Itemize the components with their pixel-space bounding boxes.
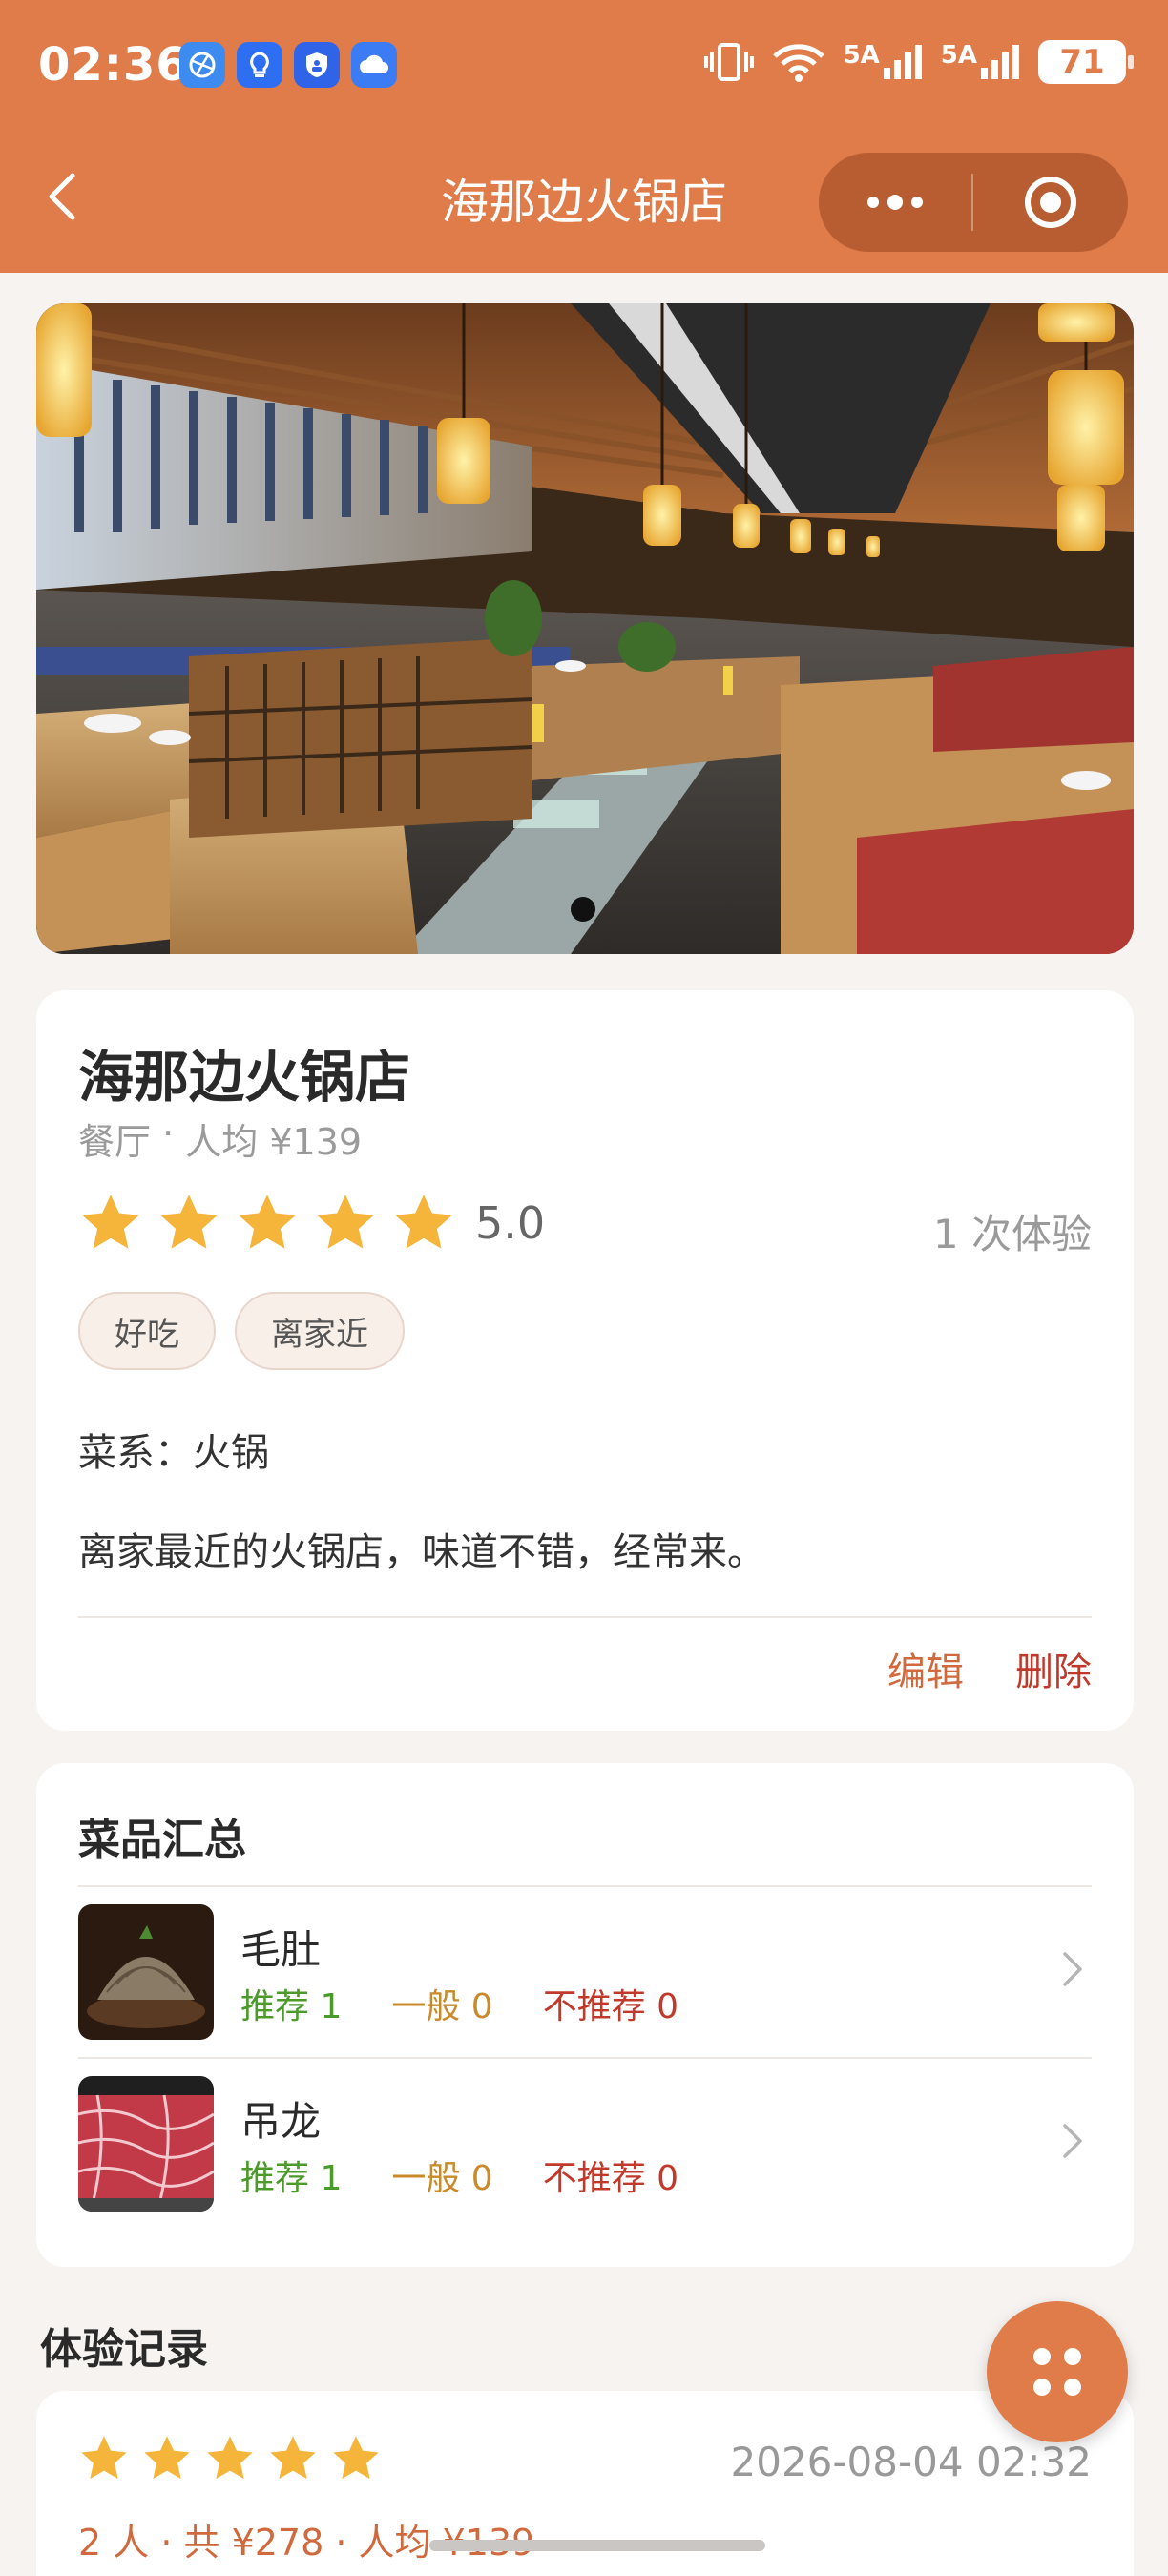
- tag-chip[interactable]: 离家近: [235, 1292, 405, 1370]
- star-icon: [333, 2436, 379, 2480]
- star-icon: [81, 2436, 127, 2480]
- records-section-title: 体验记录: [40, 2325, 208, 2374]
- dish-stats: 推荐 1 一般 0 不推荐 0: [240, 2150, 678, 2200]
- floating-menu-button[interactable]: [987, 2301, 1128, 2442]
- dish-name: 吊龙: [240, 2098, 322, 2145]
- star-icon: [317, 1195, 374, 1249]
- star-icon: [270, 2436, 316, 2480]
- tripe-dish-image: [78, 1904, 214, 2040]
- section-title: 菜品汇总: [78, 1816, 246, 1864]
- rating-stars: 5.0: [78, 1191, 545, 1256]
- signal-bars-icon: [981, 45, 1019, 79]
- bulb-app-icon: [237, 42, 282, 88]
- restaurant-note: 离家最近的火锅店，味道不错，经常来。: [78, 1530, 765, 1574]
- card-actions: 编辑 删除: [887, 1641, 1092, 1696]
- home-indicator[interactable]: [429, 2540, 765, 2551]
- dish-stats: 推荐 1 一般 0 不推荐 0: [240, 1979, 678, 2028]
- divider: [78, 1616, 1092, 1618]
- carousel-indicator[interactable]: [571, 897, 595, 922]
- chevron-right-icon: [1063, 2124, 1082, 2158]
- record-target-icon: [1025, 177, 1076, 228]
- nav-bar: 海那边火锅店: [0, 134, 1168, 273]
- star-icon: [82, 1195, 139, 1249]
- neutral-count: 一般 0: [391, 1987, 493, 2026]
- star-icon: [239, 1195, 296, 1249]
- star-icon: [395, 1195, 452, 1249]
- restaurant-meta: 餐厅 · 人均 ¥139: [78, 1112, 362, 1165]
- record-rating-stars: [78, 2433, 382, 2484]
- dish-row[interactable]: 吊龙 推荐 1 一般 0 不推荐 0: [78, 2059, 1092, 2229]
- tag-chip[interactable]: 好吃: [78, 1292, 216, 1370]
- shield-app-icon: [294, 42, 340, 88]
- not-recommend-count: 不推荐 0: [542, 2159, 679, 2198]
- signal-1: 5A: [844, 43, 924, 81]
- restaurant-interior-image: [36, 303, 1134, 954]
- wifi-icon: [772, 44, 824, 82]
- delete-button[interactable]: 删除: [1015, 1641, 1092, 1696]
- meta-separator: ·: [151, 1112, 186, 1154]
- status-bar: 02:36 5A 5A 71: [0, 0, 1168, 134]
- grid-dots-icon: [1033, 2348, 1051, 2365]
- recommend-count: 推荐 1: [240, 1987, 343, 2026]
- vibrate-icon: [703, 43, 754, 81]
- signal-2: 5A: [941, 43, 1021, 81]
- network-type-label: 5A: [940, 41, 977, 70]
- more-dots-icon: [867, 197, 879, 208]
- dish-summary-card: 菜品汇总 毛肚 推荐 1 一般 0 不推荐 0 吊龙 推荐 1 一般 0 不推荐…: [36, 1763, 1134, 2267]
- browser-app-icon: [179, 42, 225, 88]
- star-icon: [207, 2436, 253, 2480]
- visit-count: 1 次体验: [932, 1211, 1092, 1257]
- restaurant-name: 海那边火锅店: [78, 1045, 411, 1110]
- record-date: 2026-08-04 02:32: [730, 2439, 1092, 2485]
- star-icon: [160, 1195, 218, 1249]
- status-app-icons: [179, 42, 397, 88]
- hero-photo[interactable]: [36, 303, 1134, 954]
- not-recommend-count: 不推荐 0: [542, 1987, 679, 2026]
- rating-value: 5.0: [475, 1197, 546, 1249]
- dish-name: 毛肚: [240, 1926, 322, 1973]
- cuisine-text: 菜系：火锅: [78, 1431, 269, 1475]
- recommend-count: 推荐 1: [240, 2159, 343, 2198]
- neutral-count: 一般 0: [391, 2159, 493, 2198]
- miniprogram-capsule: [819, 153, 1128, 252]
- close-miniprogram-button[interactable]: [973, 153, 1128, 252]
- chevron-right-icon: [1063, 1952, 1082, 1986]
- restaurant-category: 餐厅: [78, 1121, 152, 1163]
- dish-row[interactable]: 毛肚 推荐 1 一般 0 不推荐 0: [78, 1887, 1092, 2057]
- edit-button[interactable]: 编辑: [887, 1641, 964, 1696]
- beef-dish-image: [78, 2076, 214, 2212]
- cloud-app-icon: [351, 42, 397, 88]
- star-icon: [144, 2436, 190, 2480]
- status-indicators: 5A 5A 71: [703, 40, 1134, 84]
- average-price: 人均 ¥139: [185, 1121, 363, 1163]
- tag-list: 好吃 离家近: [78, 1292, 405, 1370]
- dish-photo: [78, 2076, 214, 2212]
- restaurant-info-card: 海那边火锅店 餐厅 · 人均 ¥139 5.0 1 次体验 好吃 离家近 菜系：…: [36, 990, 1134, 1731]
- status-time: 02:36: [38, 38, 189, 92]
- more-button[interactable]: [819, 153, 971, 252]
- signal-bars-icon: [883, 45, 922, 79]
- network-type-label: 5A: [843, 41, 880, 70]
- dish-photo: [78, 1904, 214, 2040]
- battery-indicator: 71: [1038, 40, 1134, 84]
